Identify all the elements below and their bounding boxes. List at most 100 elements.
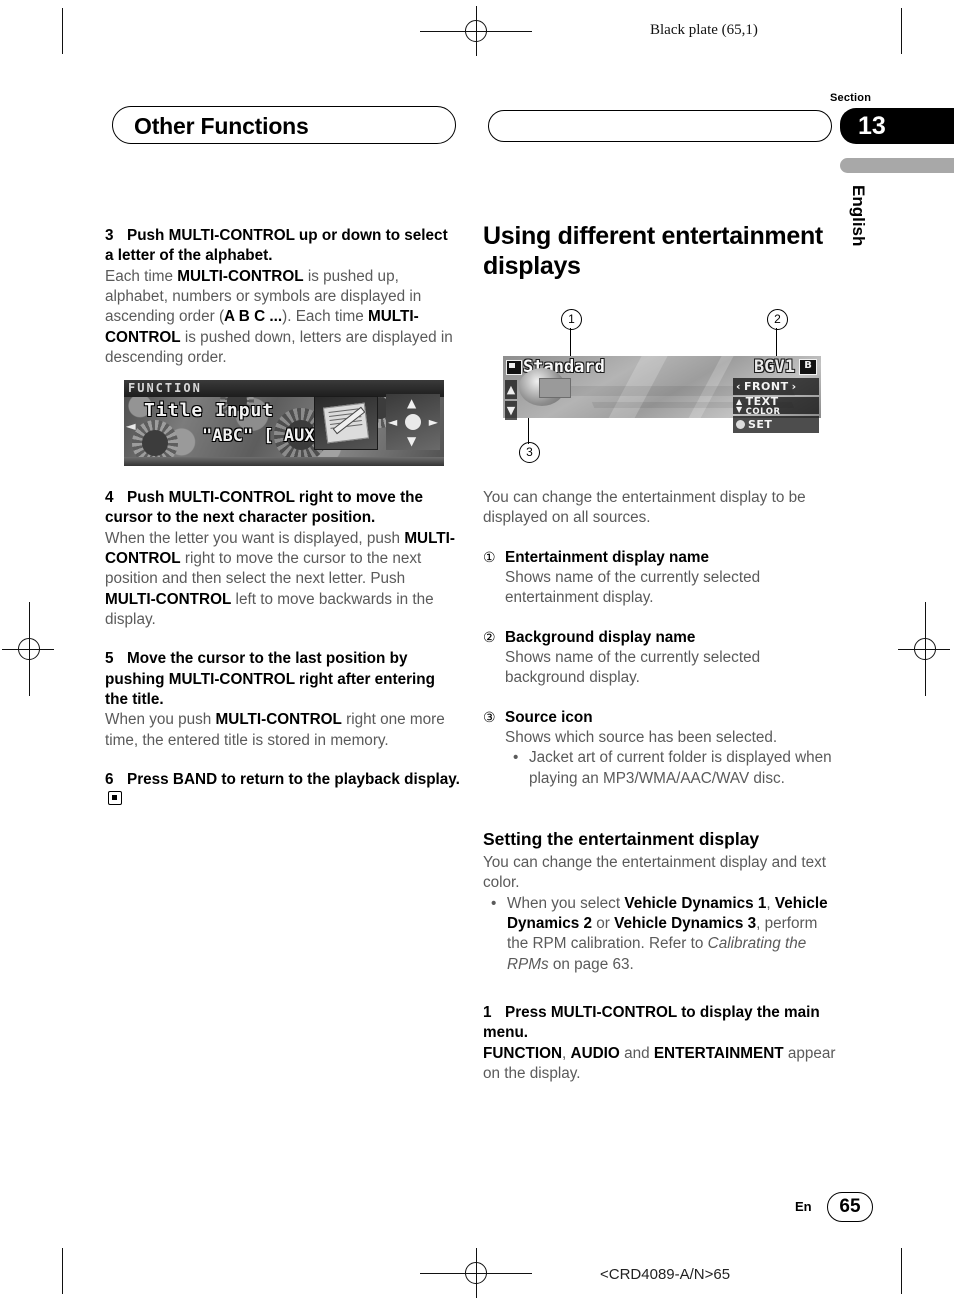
footer-part-code: <CRD4089-A/N>65 [600, 1266, 731, 1283]
subsection-bullets: When you select Vehicle Dynamics 1, Vehi… [483, 894, 838, 975]
section-gray-bar [840, 158, 954, 173]
callout-2-number: ② [483, 628, 496, 645]
step-1-heading: 1 Press MULTI-CONTROL to display the main… [483, 1003, 838, 1044]
reg-vline-bottom [475, 1248, 477, 1298]
callout-2-title: Background display name [505, 628, 696, 646]
step-1-heading-text: Press MULTI-CONTROL to display the main … [483, 1004, 820, 1042]
front-left-arrow-icon: ‹ [736, 380, 742, 393]
spacer-intro-callouts [483, 529, 838, 548]
crop-mark-bottom-right [901, 1248, 902, 1294]
front-button-label: FRONT [744, 380, 789, 393]
multi-control-pad-icon: ▲ ▼ ◄ ► [386, 394, 440, 450]
callout-circle-1: 1 [561, 309, 582, 330]
lcd-bottom-bar [124, 457, 444, 466]
step-6-heading-text: Press BAND to return to the playback dis… [127, 771, 460, 789]
callout-1-title: Entertainment display name [505, 548, 710, 566]
front-right-arrow-icon: › [791, 380, 797, 393]
callout-2-desc: Shows name of the currently selected bac… [505, 649, 761, 687]
end-of-procedure-icon [108, 791, 122, 806]
callout-leader-1 [570, 328, 571, 356]
step-4-heading: 4 Push MULTI-CONTROL right to move the cu… [105, 488, 460, 529]
text-color-button-label: TEXT COLOR [746, 395, 781, 416]
step-6-heading: 6 Press BAND to return to the playback di… [105, 770, 460, 811]
callout-item-1: ① Entertainment display name Shows name o… [483, 548, 838, 609]
callout-circle-3: 3 [519, 442, 540, 463]
callout-circle-2: 2 [767, 309, 788, 330]
step-3-heading: 3 Push MULTI-CONTROL up or down to select… [105, 226, 460, 267]
chapter-title: Other Functions [134, 113, 309, 139]
reg-vline-right [924, 602, 926, 696]
pad-center-knob-icon [405, 414, 421, 430]
right-header-pill [488, 110, 832, 142]
right-column-heading-block: Using different entertainment displays [483, 222, 838, 281]
step-5-heading-text: Move the cursor to the last position by … [105, 650, 435, 709]
step-3-heading-text: Push MULTI-CONTROL up or down to select … [105, 227, 448, 265]
plate-label: Black plate (65,1) [650, 22, 758, 38]
left-column-lower: 4 Push MULTI-CONTROL right to move the cu… [105, 488, 460, 811]
callout-leader-2 [776, 328, 777, 356]
spacer-callout-2-3 [483, 689, 838, 708]
left-column: 3 Push MULTI-CONTROL up or down to select… [105, 226, 460, 368]
entertainment-intro: You can change the entertainment display… [483, 489, 806, 527]
set-knob-icon [736, 420, 745, 429]
title-input-display-figure: FUNCTION ◄ Title Input "ABC" [ AUX1 ▲ ▼ … [124, 380, 444, 466]
footer-page-number: 65 [827, 1192, 873, 1222]
subsection-heading: Setting the entertainment display [483, 829, 760, 850]
step-5-heading: 5 Move the cursor to the last position by… [105, 649, 460, 710]
set-button[interactable]: SET [733, 416, 819, 433]
step-3-number: 3 [105, 227, 114, 244]
pad-down-arrow-icon: ▼ [407, 434, 417, 448]
section-number: 13 [858, 111, 886, 140]
section-label: Section [830, 92, 872, 104]
spacer-before-subsection [483, 789, 838, 829]
display-button-stack: ‹ FRONT › ▲ ▼ TEXT COLOR SET [733, 378, 819, 435]
step-6-number: 6 [105, 771, 114, 789]
text-color-button[interactable]: ▲ ▼ TEXT COLOR [733, 395, 819, 416]
callout-item-3: ③ Source icon Shows which source has been… [483, 708, 838, 789]
color-label: COLOR [745, 407, 781, 417]
step-3-body: Each time MULTI-CONTROL is pushed up, al… [105, 267, 453, 367]
spacer-callout-1-2 [483, 609, 838, 628]
front-button[interactable]: ‹ FRONT › [733, 378, 819, 395]
callout-1-desc: Shows name of the currently selected ent… [505, 569, 761, 607]
step-4-body: When the letter you want is displayed, p… [105, 529, 455, 629]
callout-leader-3 [528, 418, 529, 444]
crop-mark-top-right [901, 8, 902, 54]
crop-mark-bottom-left [62, 1248, 63, 1294]
language-label-vertical: English [849, 185, 868, 247]
reg-vline-left [28, 602, 30, 696]
disc-cut-shape [539, 378, 571, 398]
b-badge-icon: B [799, 359, 817, 375]
spacer-before-step1 [483, 975, 838, 1003]
spacer-5-6 [105, 751, 460, 770]
section-number-tab: 13 [840, 108, 954, 144]
entertainment-display-figure: Standard BGV1 B ▲ ▼ ‹ FRONT › ▲ ▼ TEXT CO… [503, 356, 821, 433]
lcd-inner: FUNCTION ◄ Title Input "ABC" [ AUX1 ▲ ▼ … [124, 380, 444, 466]
reg-vline-top [475, 6, 477, 56]
pad-left-arrow-icon: ◄ [388, 415, 398, 429]
step-5-number: 5 [105, 650, 114, 668]
pad-up-arrow-icon: ▲ [407, 396, 417, 410]
callout-3-bullet-item: Jacket art of current folder is displaye… [505, 748, 838, 789]
step-1-number: 1 [483, 1004, 492, 1022]
callout-3-bullets: Jacket art of current folder is displaye… [505, 748, 838, 789]
note-pencil-icon [314, 396, 378, 450]
callout-1-number: ① [483, 548, 496, 565]
right-column-body: You can change the entertainment display… [483, 488, 838, 1084]
pad-right-arrow-icon: ► [428, 415, 438, 429]
lcd-function-label: FUNCTION [128, 381, 202, 395]
section-heading: Using different entertainment displays [483, 222, 823, 280]
callout-3-number: ③ [483, 708, 496, 725]
footer-language: En [795, 1199, 812, 1214]
step-4-number: 4 [105, 489, 114, 506]
updown-arrows-icon: ▲ ▼ [736, 396, 743, 414]
callout-3-title: Source icon [505, 708, 593, 726]
subsection-intro: You can change the entertainment display… [483, 854, 827, 892]
set-button-label: SET [748, 418, 773, 431]
lcd-left-arrow-icon: ◄ [126, 416, 136, 435]
step-1-body: FUNCTION, AUDIO and ENTERTAINMENT appear… [483, 1044, 836, 1083]
spacer-4-5 [105, 630, 460, 649]
crop-mark-top-left [62, 8, 63, 54]
callout-item-2: ② Background display name Shows name of t… [483, 628, 838, 689]
step-5-body: When you push MULTI-CONTROL right one mo… [105, 711, 445, 749]
